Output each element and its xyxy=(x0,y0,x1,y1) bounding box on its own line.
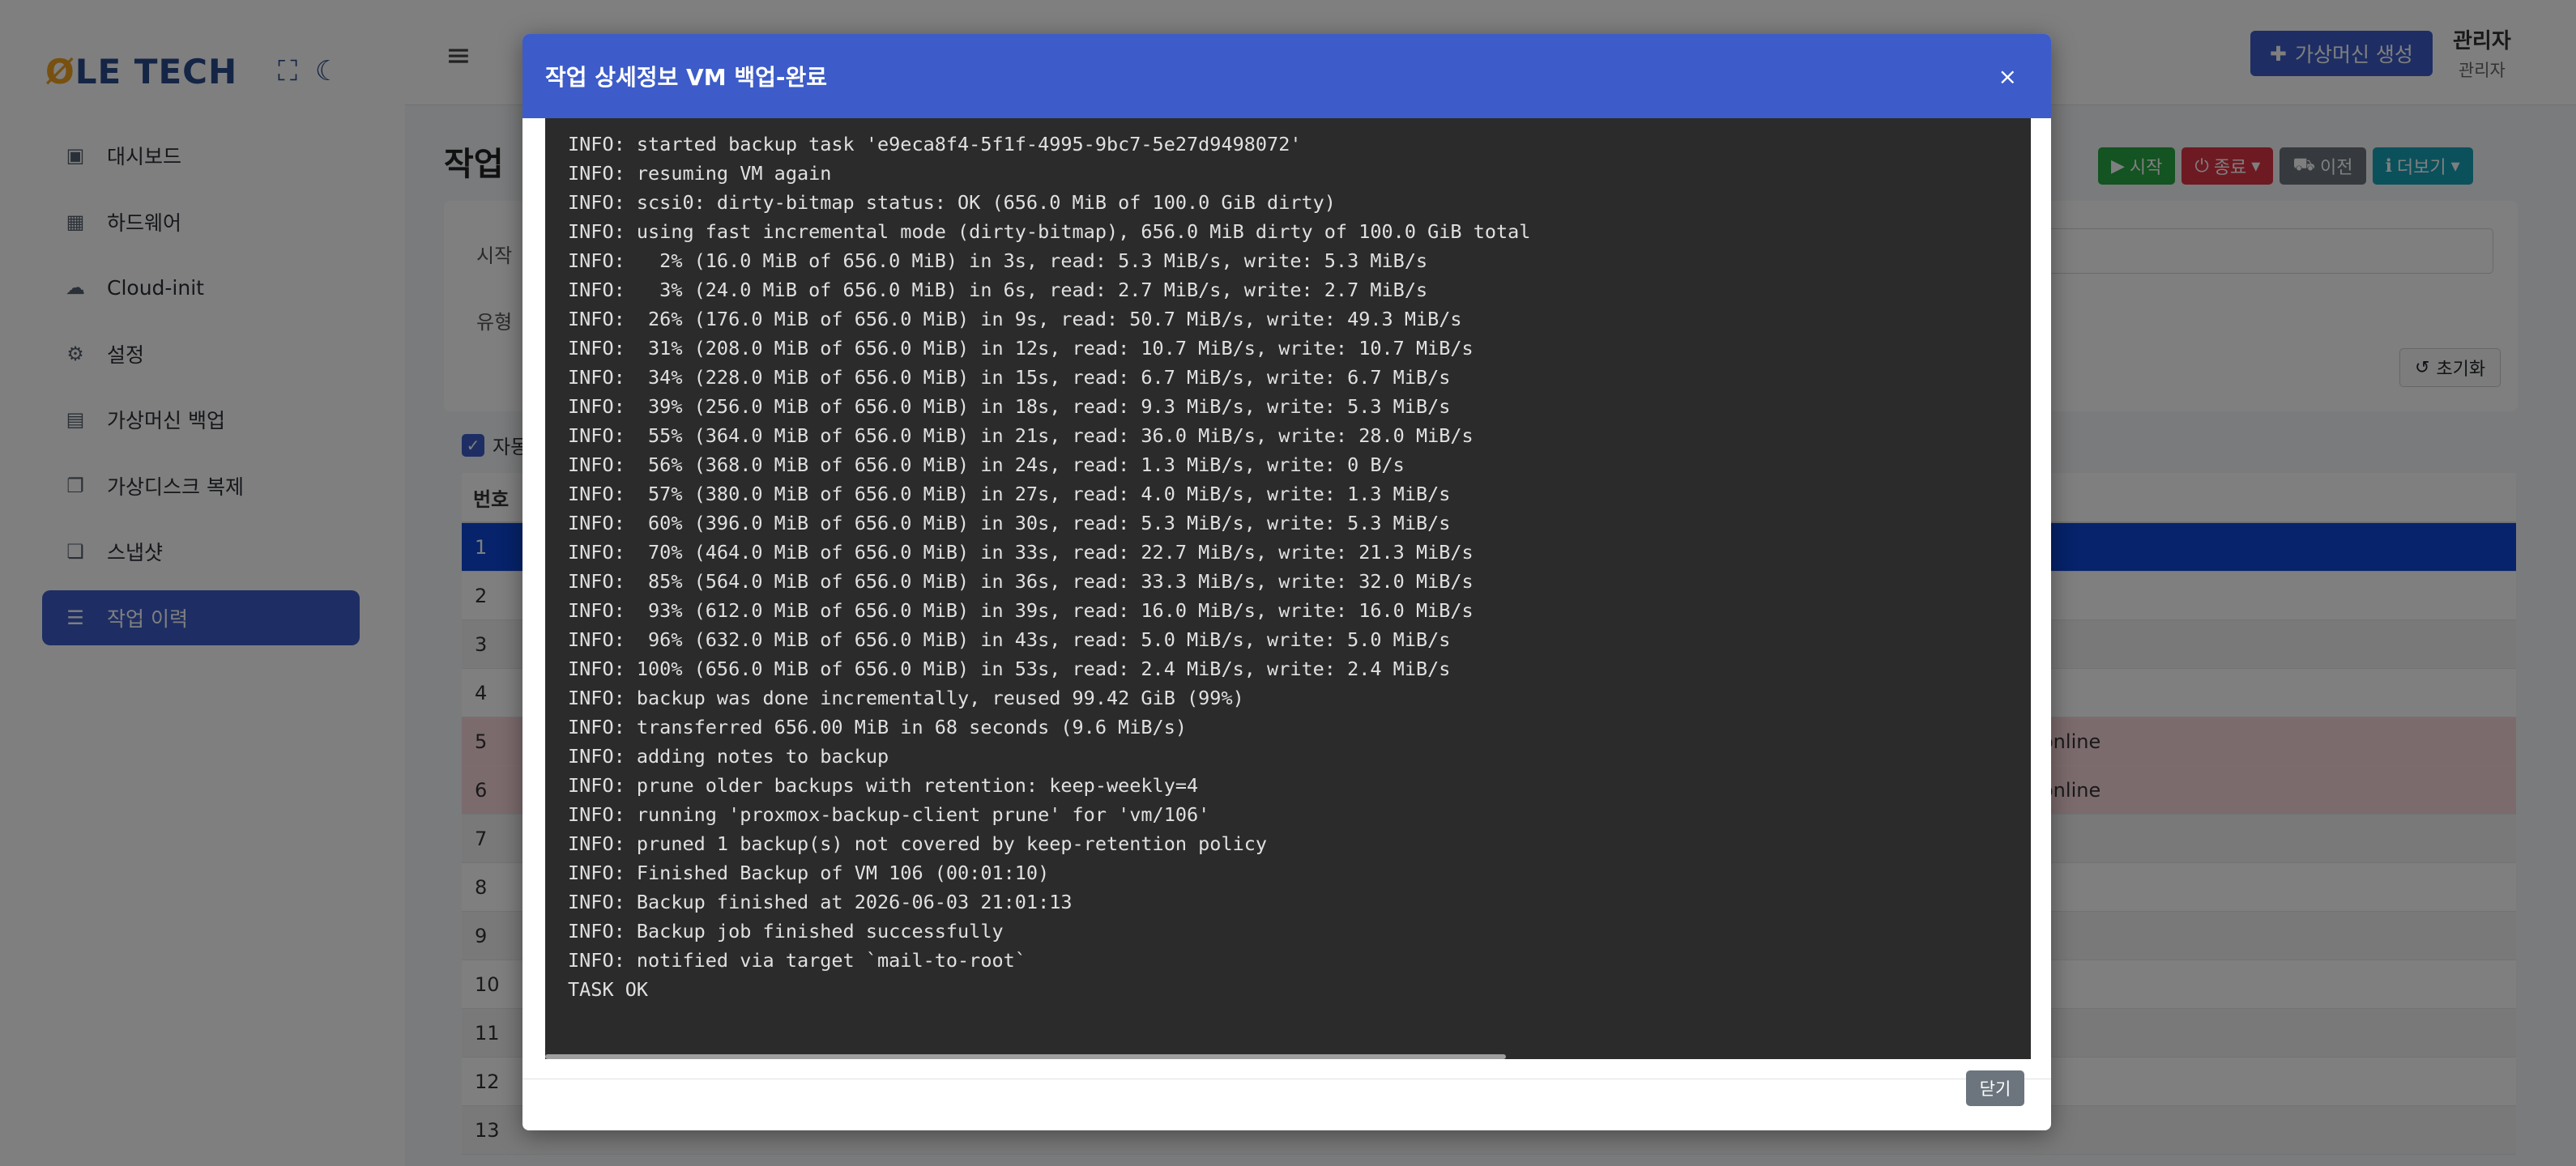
log-line: INFO: Backup finished at 2026-06-03 21:0… xyxy=(568,891,1073,913)
log-line: INFO: 57% (380.0 MiB of 656.0 MiB) in 27… xyxy=(568,483,1451,505)
log-line: INFO: 60% (396.0 MiB of 656.0 MiB) in 30… xyxy=(568,512,1451,534)
close-icon[interactable]: × xyxy=(1998,63,2017,90)
log-line: INFO: running 'proxmox-backup-client pru… xyxy=(568,803,1210,826)
log-line: INFO: 56% (368.0 MiB of 656.0 MiB) in 24… xyxy=(568,453,1405,476)
log-line: INFO: using fast incremental mode (dirty… xyxy=(568,220,1531,243)
log-line: INFO: 100% (656.0 MiB of 656.0 MiB) in 5… xyxy=(568,657,1451,680)
log-line: INFO: notified via target `mail-to-root` xyxy=(568,949,1026,972)
log-line: INFO: pruned 1 backup(s) not covered by … xyxy=(568,832,1268,855)
log-line: INFO: 39% (256.0 MiB of 656.0 MiB) in 18… xyxy=(568,395,1451,418)
log-line: TASK OK xyxy=(568,978,649,1001)
log-line: INFO: 3% (24.0 MiB of 656.0 MiB) in 6s, … xyxy=(568,279,1428,301)
log-line: INFO: 2% (16.0 MiB of 656.0 MiB) in 3s, … xyxy=(568,249,1428,272)
log-line: INFO: Backup job finished successfully xyxy=(568,920,1004,943)
modal-header: 작업 상세정보 VM 백업-완료 × xyxy=(522,34,2051,118)
task-detail-modal: 작업 상세정보 VM 백업-완료 × INFO: started backup … xyxy=(522,34,2051,1130)
log-line: INFO: started backup task 'e9eca8f4-5f1f… xyxy=(568,133,1302,155)
log-line: INFO: 26% (176.0 MiB of 656.0 MiB) in 9s… xyxy=(568,308,1462,330)
log-line: INFO: backup was done incrementally, reu… xyxy=(568,687,1244,709)
log-line: INFO: 96% (632.0 MiB of 656.0 MiB) in 43… xyxy=(568,628,1451,651)
log-line: INFO: prune older backups with retention… xyxy=(568,774,1199,797)
log-line: INFO: scsi0: dirty-bitmap status: OK (65… xyxy=(568,191,1336,214)
log-line: INFO: 85% (564.0 MiB of 656.0 MiB) in 36… xyxy=(568,570,1474,593)
log-line: INFO: 55% (364.0 MiB of 656.0 MiB) in 21… xyxy=(568,424,1474,447)
modal-title: 작업 상세정보 VM 백업-완료 xyxy=(545,64,827,91)
log-line: INFO: transferred 656.00 MiB in 68 secon… xyxy=(568,716,1188,738)
log-line: INFO: 93% (612.0 MiB of 656.0 MiB) in 39… xyxy=(568,599,1474,622)
close-button[interactable]: 닫기 xyxy=(1966,1070,2024,1106)
log-line: INFO: 31% (208.0 MiB of 656.0 MiB) in 12… xyxy=(568,337,1474,360)
log-line: INFO: Finished Backup of VM 106 (00:01:1… xyxy=(568,862,1050,884)
task-log[interactable]: INFO: started backup task 'e9eca8f4-5f1f… xyxy=(545,118,2031,1059)
log-line: INFO: resuming VM again xyxy=(568,162,832,185)
horizontal-scrollbar[interactable] xyxy=(545,1054,1506,1059)
log-line: INFO: 34% (228.0 MiB of 656.0 MiB) in 15… xyxy=(568,366,1451,389)
modal-footer xyxy=(522,1079,2051,1130)
log-line: INFO: 70% (464.0 MiB of 656.0 MiB) in 33… xyxy=(568,541,1474,564)
log-line: INFO: adding notes to backup xyxy=(568,745,889,768)
